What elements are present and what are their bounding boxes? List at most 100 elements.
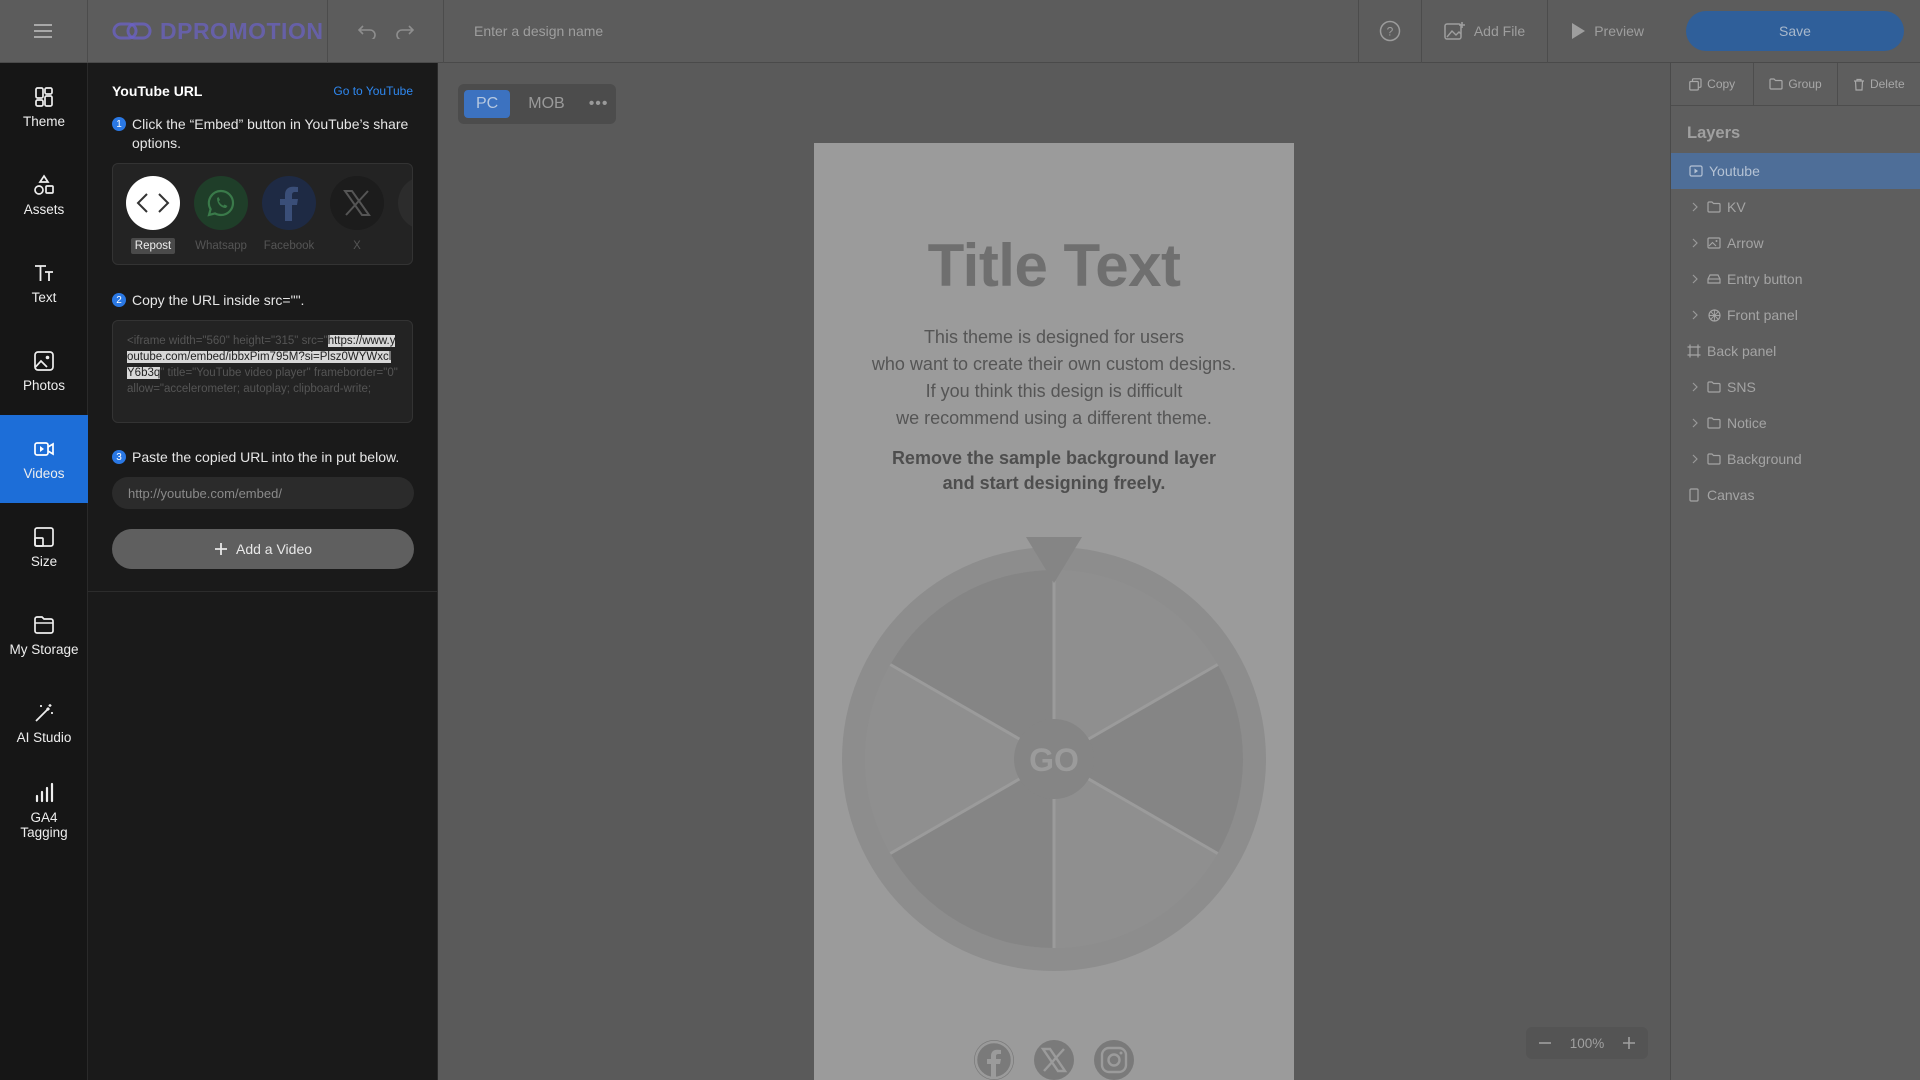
design-name-container: [444, 0, 1358, 63]
embed-code-box[interactable]: <iframe width="560" height="315" src="ht…: [112, 320, 413, 423]
body-line: If you think this design is difficult: [925, 381, 1183, 401]
body-line: we recommend using a different theme.: [896, 408, 1212, 428]
share-option-circle: [262, 176, 316, 230]
layer-kv[interactable]: KV: [1671, 189, 1920, 225]
logo[interactable]: DPROMOTION: [88, 0, 328, 63]
layer-sns[interactable]: SNS: [1671, 369, 1920, 405]
nav-item-assets[interactable]: Assets: [0, 151, 88, 239]
chevron-right-icon[interactable]: [1689, 418, 1701, 428]
share-option-more[interactable]: [398, 176, 412, 264]
nav-label: Photos: [22, 377, 66, 393]
chevron-right-icon[interactable]: [1689, 382, 1701, 392]
hamburger-icon: [33, 24, 52, 38]
chevron-right-icon[interactable]: [1689, 274, 1701, 284]
nav-item-ai-studio[interactable]: AI Studio: [0, 679, 88, 767]
go-label: GO: [1029, 742, 1079, 778]
nav-item-videos[interactable]: Videos: [0, 415, 88, 503]
layer-label: Arrow: [1727, 235, 1764, 251]
layer-label: SNS: [1727, 379, 1756, 395]
step-1: 1 Click the “Embed” button in YouTube’s …: [112, 115, 413, 153]
bar-chart-icon: [35, 782, 54, 803]
artboard-bold-text[interactable]: Remove the sample background layer and s…: [814, 446, 1294, 496]
share-option-label: Whatsapp: [195, 240, 247, 252]
chevron-right-icon[interactable]: [1689, 202, 1701, 212]
share-options: Repost Whatsapp Facebook X: [112, 163, 413, 265]
help-icon: ?: [1379, 20, 1401, 42]
share-option-facebook[interactable]: Facebook: [262, 176, 316, 264]
left-nav: Theme Assets Text Photos Videos Size My …: [0, 63, 88, 1080]
menu-button[interactable]: [0, 0, 88, 63]
add-file-button[interactable]: Add File: [1422, 0, 1549, 63]
image-icon: [1707, 237, 1721, 249]
logo-text: DPROMOTION: [160, 17, 324, 44]
copy-icon: [1689, 77, 1702, 91]
sns-icons[interactable]: [814, 1040, 1294, 1080]
layers-title: Layers: [1687, 124, 1741, 142]
zoom-out-button[interactable]: [1538, 1036, 1552, 1050]
nav-item-ga4-tagging[interactable]: GA4 Tagging: [0, 767, 88, 855]
layer-background[interactable]: Background: [1671, 441, 1920, 477]
button-icon: [1707, 273, 1721, 285]
chevron-right-icon[interactable]: [1689, 310, 1701, 320]
x-icon: [343, 190, 371, 216]
logo-icon: [112, 22, 152, 40]
help-button[interactable]: ?: [1357, 0, 1422, 63]
chevron-right-icon[interactable]: [1689, 238, 1701, 248]
nav-item-theme[interactable]: Theme: [0, 63, 88, 151]
layer-label: Front panel: [1727, 307, 1798, 323]
add-video-button[interactable]: Add a Video: [112, 529, 414, 569]
layer-label: Entry button: [1727, 271, 1803, 287]
layer-youtube[interactable]: Youtube: [1671, 153, 1920, 189]
share-option-x[interactable]: X: [330, 176, 384, 264]
youtube-url-input[interactable]: [112, 477, 414, 509]
share-option-whatsapp[interactable]: Whatsapp: [194, 176, 248, 264]
nav-label: Text: [31, 289, 57, 305]
whatsapp-icon: [207, 189, 235, 217]
add-file-label: Add File: [1473, 23, 1526, 39]
preview-label: Preview: [1594, 23, 1644, 39]
zoom-in-button[interactable]: [1622, 1036, 1636, 1050]
device-pc-button[interactable]: PC: [464, 90, 511, 118]
delete-button[interactable]: Delete: [1838, 63, 1920, 105]
artboard-title[interactable]: Title Text: [814, 231, 1294, 300]
x-icon[interactable]: [1034, 1040, 1074, 1080]
chevron-right-icon[interactable]: [1689, 454, 1701, 464]
group-button[interactable]: Group: [1754, 63, 1838, 105]
device-toggle: PC MOB •••: [458, 84, 616, 124]
folder-icon: [1707, 453, 1721, 465]
undo-button[interactable]: [357, 23, 377, 39]
copy-button[interactable]: Copy: [1671, 63, 1755, 105]
facebook-icon[interactable]: [974, 1040, 1014, 1080]
preview-button[interactable]: Preview: [1548, 0, 1666, 63]
nav-item-size[interactable]: Size: [0, 503, 88, 591]
layer-back-panel[interactable]: Back panel: [1671, 333, 1920, 369]
embed-code-after: " title="YouTube video player" framebord…: [127, 367, 398, 395]
embed-code-before: <iframe width="560" height="315" src=": [127, 335, 328, 347]
nav-item-text[interactable]: Text: [0, 239, 88, 327]
device-mob-button[interactable]: MOB: [516, 90, 576, 118]
facebook-icon: [280, 186, 298, 221]
roulette-wheel[interactable]: GO: [840, 533, 1268, 973]
share-option-repost[interactable]: Repost: [126, 176, 180, 264]
top-bar: DPROMOTION ? Add File Preview Save: [0, 0, 1920, 63]
nav-item-my-storage[interactable]: My Storage: [0, 591, 88, 679]
layer-canvas[interactable]: Canvas: [1671, 477, 1920, 513]
more-options-icon[interactable]: •••: [589, 95, 609, 113]
panel-header: YouTube URL Go to YouTube: [112, 63, 413, 115]
layer-front-panel[interactable]: Front panel: [1671, 297, 1920, 333]
bold-line: and start designing freely.: [942, 473, 1166, 493]
instagram-icon[interactable]: [1094, 1040, 1134, 1080]
layer-entry-button[interactable]: Entry button: [1671, 261, 1920, 297]
artboard[interactable]: Title Text This theme is designed for us…: [814, 143, 1294, 1080]
layer-notice[interactable]: Notice: [1671, 405, 1920, 441]
layer-actions: Copy Group Delete: [1671, 63, 1920, 106]
artboard-body-text[interactable]: This theme is designed for users who wan…: [814, 324, 1294, 432]
nav-label: My Storage: [9, 641, 79, 657]
panel-divider: [88, 591, 437, 592]
design-name-input[interactable]: [474, 23, 974, 39]
nav-item-photos[interactable]: Photos: [0, 327, 88, 415]
redo-button[interactable]: [395, 23, 415, 39]
go-to-youtube-link[interactable]: Go to YouTube: [333, 84, 413, 98]
save-button[interactable]: Save: [1686, 11, 1904, 51]
layer-arrow[interactable]: Arrow: [1671, 225, 1920, 261]
